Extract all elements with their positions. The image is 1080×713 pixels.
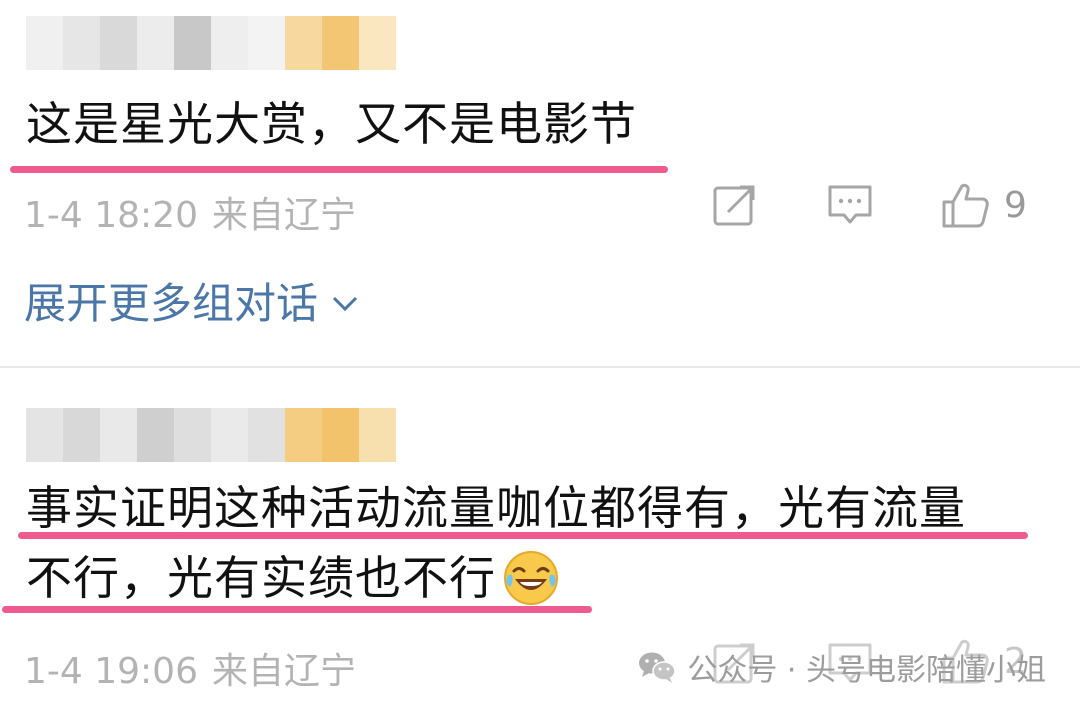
comment-location: 来自辽宁 bbox=[212, 195, 357, 236]
comment-text-line-2: 不行，光有实绩也不行 bbox=[26, 550, 560, 611]
highlight-underline bbox=[18, 532, 1028, 539]
comment-item: 这是星光大赏，又不是电影节 1-4 18:20 来自辽宁 9 展开更多组对话 bbox=[0, 0, 1080, 360]
comment-date: 1-4 19:06 bbox=[24, 651, 198, 692]
comment-text: 这是星光大赏，又不是电影节 bbox=[26, 97, 637, 151]
wechat-icon bbox=[639, 652, 677, 683]
comment-date: 1-4 18:20 bbox=[24, 195, 198, 236]
highlight-underline bbox=[2, 606, 592, 613]
comment-text-line-1: 事实证明这种活动流量咖位都得有，光有流量 bbox=[26, 481, 966, 535]
laughing-tears-emoji bbox=[504, 550, 558, 605]
comment-icon bbox=[828, 185, 872, 224]
thumbs-up-icon bbox=[942, 183, 989, 228]
blurred-username[interactable] bbox=[26, 408, 396, 462]
comment-location: 来自辽宁 bbox=[212, 651, 357, 692]
expand-label: 展开更多组对话 bbox=[24, 279, 319, 328]
highlight-underline bbox=[10, 166, 668, 173]
comment-meta: 1-4 19:06 来自辽宁 bbox=[24, 642, 356, 694]
watermark-text: 公众号 · 头号电影陪懂小姐 bbox=[687, 653, 1046, 688]
chevron-down-icon bbox=[332, 296, 358, 311]
watermark: 公众号 · 头号电影陪懂小姐 bbox=[637, 645, 1046, 689]
share-button[interactable] bbox=[712, 182, 758, 228]
comment-divider bbox=[0, 366, 1080, 368]
blurred-username[interactable] bbox=[26, 16, 396, 70]
expand-conversations-link[interactable]: 展开更多组对话 bbox=[24, 270, 358, 331]
comment-text: 不行，光有实绩也不行 bbox=[26, 551, 496, 605]
like-button[interactable]: 9 bbox=[940, 180, 1027, 230]
share-icon bbox=[713, 185, 755, 226]
like-count: 9 bbox=[1004, 184, 1027, 226]
comment-button[interactable] bbox=[826, 182, 874, 228]
comment-meta: 1-4 18:20 来自辽宁 bbox=[24, 186, 356, 238]
